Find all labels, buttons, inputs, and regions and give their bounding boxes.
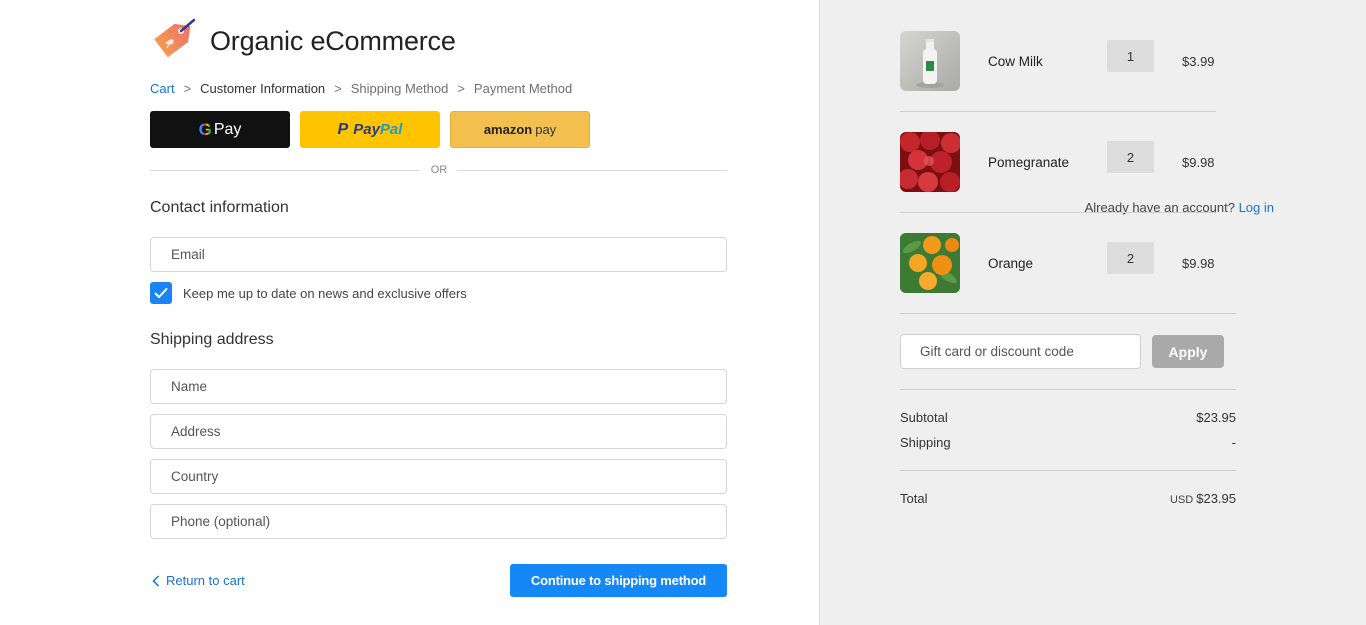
cart-item-name: Pomegranate <box>988 155 1070 170</box>
orange-thumbnail <box>900 233 960 293</box>
return-to-cart-link[interactable]: Return to cart <box>152 573 245 588</box>
breadcrumb: Cart > Customer Information > Shipping M… <box>150 81 572 96</box>
cow-milk-thumbnail <box>900 31 960 91</box>
subtotal-value: $23.95 <box>1196 410 1236 425</box>
amazon-pay-button[interactable]: amazon pay <box>450 111 590 148</box>
name-field[interactable] <box>151 370 726 403</box>
amazon-pay-label-amazon: amazon <box>483 122 533 137</box>
or-divider-text: OR <box>430 164 448 176</box>
pomegranate-thumbnail <box>900 132 960 192</box>
email-field-container <box>150 237 727 272</box>
cart-item-quantity: 1 <box>1107 40 1154 72</box>
newsletter-label: Keep me up to date on news and exclusive… <box>183 286 467 301</box>
address-field[interactable] <box>151 415 726 448</box>
cart-item-quantity: 2 <box>1107 141 1154 173</box>
name-field-container <box>150 369 727 404</box>
divider-right <box>457 170 727 171</box>
shipping-label: Shipping <box>900 435 951 450</box>
continue-to-shipping-button[interactable]: Continue to shipping method <box>510 564 727 597</box>
subtotal-label: Subtotal <box>900 410 948 425</box>
breadcrumb-cart[interactable]: Cart <box>150 81 175 96</box>
google-pay-button[interactable]: G Pay <box>150 111 290 148</box>
discount-code-field[interactable] <box>901 335 1140 368</box>
contact-information-heading: Contact information <box>150 199 289 216</box>
country-field-container <box>150 459 727 494</box>
total-value-row: USD $23.95 <box>1170 491 1236 506</box>
breadcrumb-payment-method: Payment Method <box>473 81 573 96</box>
cart-item-quantity: 2 <box>1107 242 1154 274</box>
total-value: $23.95 <box>1196 491 1236 506</box>
brand-name: Organic eCommerce <box>210 26 456 56</box>
totals-divider <box>900 470 1236 471</box>
chevron-right-icon: > <box>183 81 192 96</box>
discount-code-field-container <box>900 334 1141 369</box>
chevron-right-icon: > <box>334 81 342 96</box>
apply-discount-button[interactable]: Apply <box>1152 335 1224 368</box>
cart-item-price: $3.99 <box>1182 54 1215 69</box>
cart-item-price: $9.98 <box>1182 256 1215 271</box>
item-divider <box>900 212 1216 213</box>
phone-field-container <box>150 504 727 539</box>
login-link[interactable]: Log in <box>1239 200 1274 215</box>
divider-left <box>150 170 420 171</box>
paypal-label-pay: Pay <box>353 121 380 138</box>
total-currency: USD <box>1170 494 1194 506</box>
amazon-pay-label-pay: pay <box>535 122 557 137</box>
breadcrumb-customer-information: Customer Information <box>200 81 326 96</box>
shipping-value: - <box>1231 435 1236 450</box>
paypal-button[interactable]: P Pay Pal <box>300 111 440 148</box>
chevron-left-icon <box>152 574 160 587</box>
paypal-p-icon: P <box>337 120 349 138</box>
phone-field[interactable] <box>151 505 726 538</box>
item-divider <box>900 111 1216 112</box>
newsletter-checkbox[interactable] <box>150 282 172 304</box>
cart-item-name: Cow Milk <box>988 54 1043 69</box>
total-label: Total <box>900 491 928 506</box>
price-tag-logo-icon <box>150 18 198 64</box>
google-pay-label: Pay <box>213 120 242 138</box>
email-field[interactable] <box>151 238 726 271</box>
paypal-label-pal: Pal <box>379 121 403 138</box>
chevron-right-icon: > <box>457 81 465 96</box>
google-g-icon: G <box>198 119 212 139</box>
breadcrumb-shipping-method: Shipping Method <box>350 81 449 96</box>
cart-item-name: Orange <box>988 256 1034 271</box>
cart-item-price: $9.98 <box>1182 155 1215 170</box>
items-section-divider <box>900 313 1236 314</box>
return-to-cart-label: Return to cart <box>166 573 245 588</box>
discount-divider <box>900 389 1236 390</box>
address-field-container <box>150 414 727 449</box>
checkmark-icon <box>154 288 168 298</box>
country-field[interactable] <box>151 460 726 493</box>
shipping-address-heading: Shipping address <box>150 331 274 348</box>
